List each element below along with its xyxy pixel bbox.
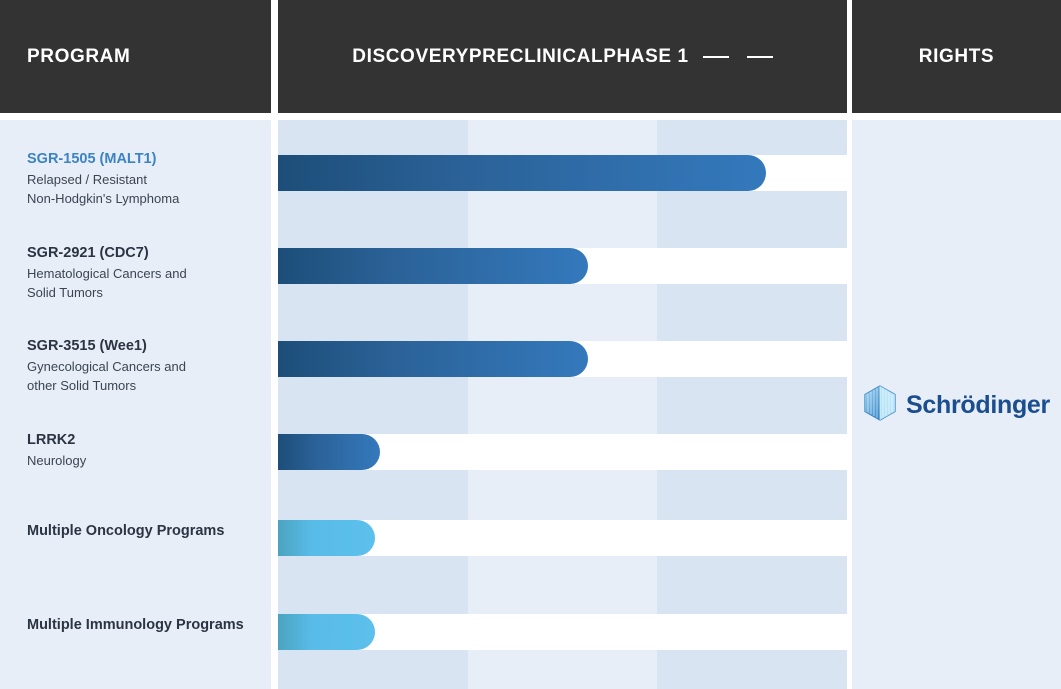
stage-stripes	[278, 120, 847, 689]
header-phases: DISCOVERY PRECLINICAL PHASE 1	[278, 0, 847, 113]
program-indication-line: Non-Hodgkin's Lymphoma	[27, 191, 180, 207]
bar-track	[278, 520, 847, 556]
phase-label-discovery: DISCOVERY	[352, 45, 469, 67]
progress-bar[interactable]	[278, 155, 766, 191]
schrodinger-gem-icon	[863, 384, 897, 426]
program-row[interactable]: SGR-1505 (MALT1) Relapsed / Resistant Non-…	[27, 150, 257, 209]
program-row[interactable]: SGR-2921 (CDC7) Hematological Cancers and…	[27, 244, 257, 303]
bar-track	[278, 434, 847, 470]
program-title: Multiple Immunology Programs	[27, 617, 244, 633]
stage-stripe-phase1	[657, 120, 847, 689]
program-title: Multiple Oncology Programs	[27, 523, 225, 539]
program-indication-line: Relapsed / Resistant	[27, 172, 147, 188]
program-indication-line: Neurology	[27, 453, 87, 469]
rights-column: Schrödinger	[852, 120, 1061, 689]
header-rights: RIGHTS	[852, 0, 1061, 113]
phase-label-preclinical: PRECLINICAL	[468, 45, 604, 67]
program-indication-line: Gynecological Cancers and	[27, 359, 186, 375]
bar-track	[278, 155, 847, 191]
phase-placeholder-dash-1	[702, 55, 729, 58]
program-title: SGR-3515 (Wee1)	[27, 338, 147, 354]
stage-stripe-preclinical	[468, 120, 657, 689]
stage-stripe-discovery	[278, 120, 468, 689]
header-program: PROGRAM	[0, 0, 271, 113]
bar-track	[278, 248, 847, 284]
bar-track	[278, 614, 847, 650]
progress-bar[interactable]	[278, 614, 375, 650]
program-row[interactable]: Multiple Oncology Programs	[27, 522, 257, 543]
program-row[interactable]: SGR-3515 (Wee1) Gynecological Cancers and…	[27, 337, 257, 396]
progress-bar[interactable]	[278, 341, 588, 377]
program-indication-line: Solid Tumors	[27, 285, 103, 301]
chart-plot-area	[278, 120, 847, 689]
program-row[interactable]: Multiple Immunology Programs	[27, 616, 257, 637]
program-row[interactable]: LRRK2 Neurology	[27, 431, 257, 471]
program-title: SGR-1505 (MALT1)	[27, 151, 157, 167]
phase-placeholder-dash-2	[746, 55, 773, 58]
program-column: SGR-1505 (MALT1) Relapsed / Resistant Non-…	[0, 120, 271, 689]
program-indication-line: Hematological Cancers and	[27, 266, 187, 282]
program-indication-line: other Solid Tumors	[27, 378, 137, 394]
progress-bar[interactable]	[278, 434, 380, 470]
pipeline-chart: PROGRAM DISCOVERY PRECLINICAL PHASE 1 RIGH…	[0, 0, 1061, 689]
program-title: LRRK2	[27, 432, 76, 448]
program-title: SGR-2921 (CDC7)	[27, 245, 149, 261]
progress-bar[interactable]	[278, 520, 375, 556]
phase-label-list: DISCOVERY PRECLINICAL PHASE 1	[352, 45, 773, 68]
schrodinger-logo: Schrödinger	[863, 384, 1050, 426]
phase-label-phase-1: PHASE 1	[603, 45, 689, 67]
header-rights-label: RIGHTS	[918, 45, 995, 67]
bar-track	[278, 341, 847, 377]
schrodinger-wordmark: Schrödinger	[906, 390, 1050, 419]
progress-bar[interactable]	[278, 248, 588, 284]
header-program-label: PROGRAM	[27, 45, 131, 67]
